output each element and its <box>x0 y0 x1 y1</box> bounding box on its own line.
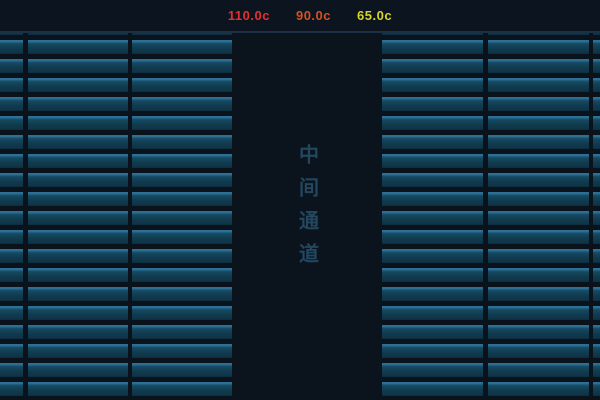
rack-column[interactable] <box>27 33 128 400</box>
rack-column[interactable] <box>0 33 23 400</box>
temperature-threshold-label: 65.0c <box>357 8 393 23</box>
legend-bar: 110.0c 90.0c 65.0c <box>0 0 600 33</box>
rack-column[interactable] <box>487 33 589 400</box>
rack-grid: 中间通道 <box>0 33 600 400</box>
rack-column[interactable] <box>593 33 600 400</box>
temperature-legend: 110.0c 90.0c 65.0c <box>10 0 600 31</box>
rack-column[interactable] <box>132 33 232 400</box>
rack-column[interactable] <box>382 33 483 400</box>
thermal-monitor-screen: 110.0c 90.0c 65.0c 中间通道 <box>0 0 600 400</box>
right-rack-block <box>382 33 600 400</box>
left-rack-block <box>0 33 232 400</box>
middle-channel-label: 中间通道 <box>295 143 318 276</box>
temperature-threshold-label: 90.0c <box>295 8 332 23</box>
middle-channel: 中间通道 <box>232 33 382 400</box>
temperature-threshold-label: 110.0c <box>227 8 270 23</box>
